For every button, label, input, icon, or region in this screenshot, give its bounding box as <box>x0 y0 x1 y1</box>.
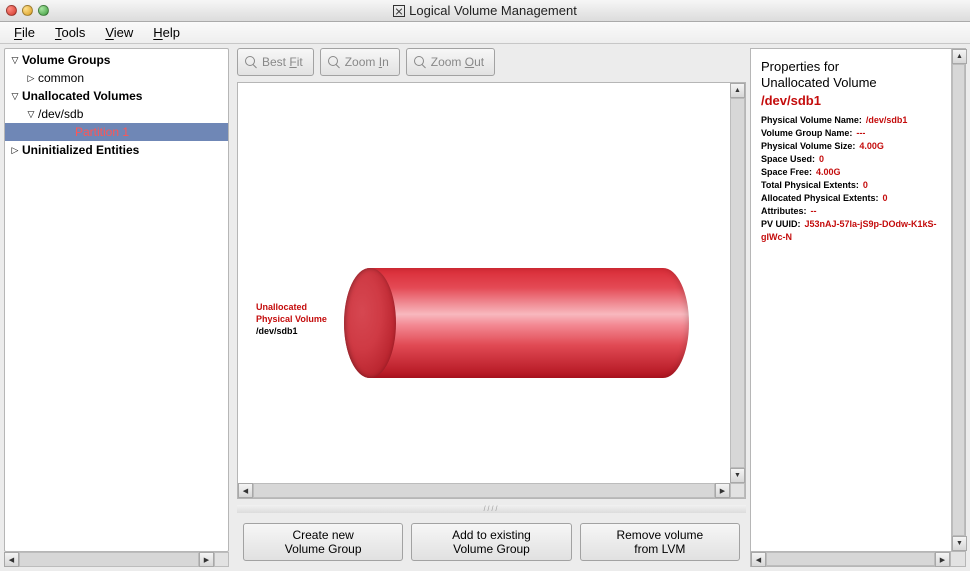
canvas-frame: Unallocated Physical Volume /dev/sdb1 ▲ … <box>237 82 746 499</box>
title-bar: Logical Volume Management <box>0 0 970 22</box>
menu-help[interactable]: Help <box>145 24 188 41</box>
window-title-text: Logical Volume Management <box>409 3 577 18</box>
prop-pvsize: Physical Volume Size:4.00G <box>761 140 943 153</box>
menu-view[interactable]: View <box>97 24 141 41</box>
menu-file[interactable]: File <box>6 24 43 41</box>
scroll-left-button[interactable]: ◀ <box>4 552 19 567</box>
pane-resize-grip[interactable]: //// <box>237 505 746 513</box>
scroll-left-button[interactable]: ◀ <box>238 483 253 498</box>
center-pane: Best Fit Zoom In Zoom Out Unallocated Ph… <box>233 44 750 571</box>
scroll-track[interactable] <box>19 552 199 567</box>
tree-item-common[interactable]: ▷common <box>5 69 228 87</box>
tree-volume-groups[interactable]: ▽Volume Groups <box>5 51 228 69</box>
scroll-track[interactable] <box>952 64 965 536</box>
tree-dev-sdb[interactable]: ▽/dev/sdb <box>5 105 228 123</box>
tree-unallocated-volumes[interactable]: ▽Unallocated Volumes <box>5 87 228 105</box>
scroll-corner <box>951 552 966 567</box>
scroll-right-button[interactable]: ▶ <box>199 552 214 567</box>
magnifier-plus-icon <box>327 55 341 69</box>
scroll-track[interactable] <box>766 552 935 566</box>
add-to-vg-button[interactable]: Add to existing Volume Group <box>411 523 571 561</box>
prop-tpe: Total Physical Extents:0 <box>761 179 943 192</box>
scroll-right-button[interactable]: ▶ <box>935 552 950 567</box>
x11-icon <box>393 5 405 17</box>
tree-pane: ▽Volume Groups ▷common ▽Unallocated Volu… <box>0 44 233 571</box>
best-fit-button[interactable]: Best Fit <box>237 48 314 76</box>
action-bar: Create new Volume Group Add to existing … <box>237 519 746 567</box>
prop-pvname: Physical Volume Name:/dev/sdb1 <box>761 114 943 127</box>
magnifier-icon <box>244 55 258 69</box>
properties-hscroll[interactable]: ◀ ▶ <box>750 552 951 567</box>
close-window-button[interactable] <box>6 5 17 16</box>
minimize-window-button[interactable] <box>22 5 33 16</box>
tree-uninitialized-entities[interactable]: ▷Uninitialized Entities <box>5 141 228 159</box>
scroll-track[interactable] <box>253 483 715 498</box>
create-vg-button[interactable]: Create new Volume Group <box>243 523 403 561</box>
properties-body: Properties forUnallocated Volume /dev/sd… <box>750 48 951 552</box>
window-controls <box>6 5 49 16</box>
remove-from-lvm-button[interactable]: Remove volume from LVM <box>580 523 740 561</box>
zoom-window-button[interactable] <box>38 5 49 16</box>
zoom-toolbar: Best Fit Zoom In Zoom Out <box>237 48 746 76</box>
scroll-corner <box>730 483 745 498</box>
scroll-track[interactable] <box>730 98 745 468</box>
properties-vscroll[interactable]: ▲ ▼ <box>951 48 966 552</box>
canvas-vscroll[interactable]: ▲ ▼ <box>730 83 745 483</box>
prop-free: Space Free:4.00G <box>761 166 943 179</box>
scroll-up-button[interactable]: ▲ <box>952 49 967 64</box>
tree-view[interactable]: ▽Volume Groups ▷common ▽Unallocated Volu… <box>4 48 229 552</box>
scroll-left-button[interactable]: ◀ <box>751 552 766 567</box>
menu-bar: File Tools View Help <box>0 22 970 44</box>
zoom-in-button[interactable]: Zoom In <box>320 48 400 76</box>
prop-attr: Attributes:-- <box>761 205 943 218</box>
scroll-up-button[interactable]: ▲ <box>730 83 745 98</box>
menu-tools[interactable]: Tools <box>47 24 93 41</box>
canvas-hscroll[interactable]: ◀ ▶ <box>238 483 730 498</box>
volume-canvas[interactable]: Unallocated Physical Volume /dev/sdb1 <box>238 83 730 483</box>
zoom-out-button[interactable]: Zoom Out <box>406 48 495 76</box>
properties-device: /dev/sdb1 <box>761 93 943 108</box>
prop-used: Space Used:0 <box>761 153 943 166</box>
scroll-down-button[interactable]: ▼ <box>730 468 745 483</box>
properties-title: Properties forUnallocated Volume <box>761 59 943 91</box>
tree-hscroll[interactable]: ◀ ▶ <box>4 552 229 567</box>
pv-label: Unallocated Physical Volume /dev/sdb1 <box>256 301 327 337</box>
prop-ape: Allocated Physical Extents:0 <box>761 192 943 205</box>
scroll-right-button[interactable]: ▶ <box>715 483 730 498</box>
scroll-down-button[interactable]: ▼ <box>952 536 967 551</box>
pv-cylinder-cap <box>344 268 396 378</box>
prop-uuid: PV UUID:J53nAJ-57la-jS9p-DOdw-K1kS-gIWc-… <box>761 218 943 244</box>
scroll-corner <box>214 552 229 567</box>
window-title: Logical Volume Management <box>0 3 970 18</box>
magnifier-minus-icon <box>413 55 427 69</box>
prop-vgname: Volume Group Name:--- <box>761 127 943 140</box>
properties-pane: Properties forUnallocated Volume /dev/sd… <box>750 44 970 571</box>
tree-partition-1[interactable]: Partition 1 <box>5 123 228 141</box>
